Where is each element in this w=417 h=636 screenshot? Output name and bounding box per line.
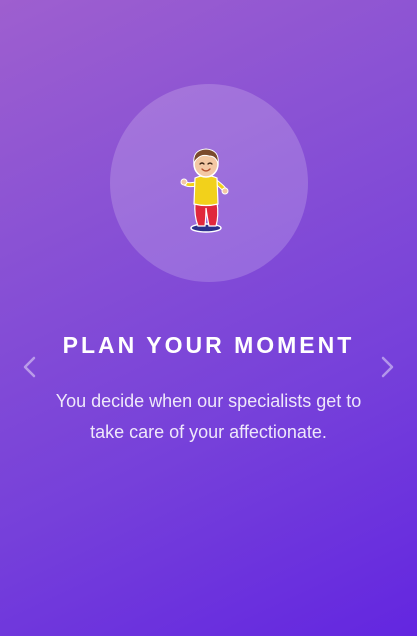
chevron-left-icon — [23, 356, 36, 378]
slide-description: You decide when our specialists get to t… — [55, 391, 362, 442]
onboarding-screen: PLAN YOUR MOMENT You decide when our spe… — [0, 0, 417, 636]
chevron-right-icon — [381, 356, 394, 378]
next-slide-button[interactable] — [375, 352, 399, 382]
previous-slide-button[interactable] — [18, 352, 42, 382]
slide-title: PLAN YOUR MOMENT — [62, 332, 355, 358]
dancing-child-illustration — [180, 148, 229, 233]
